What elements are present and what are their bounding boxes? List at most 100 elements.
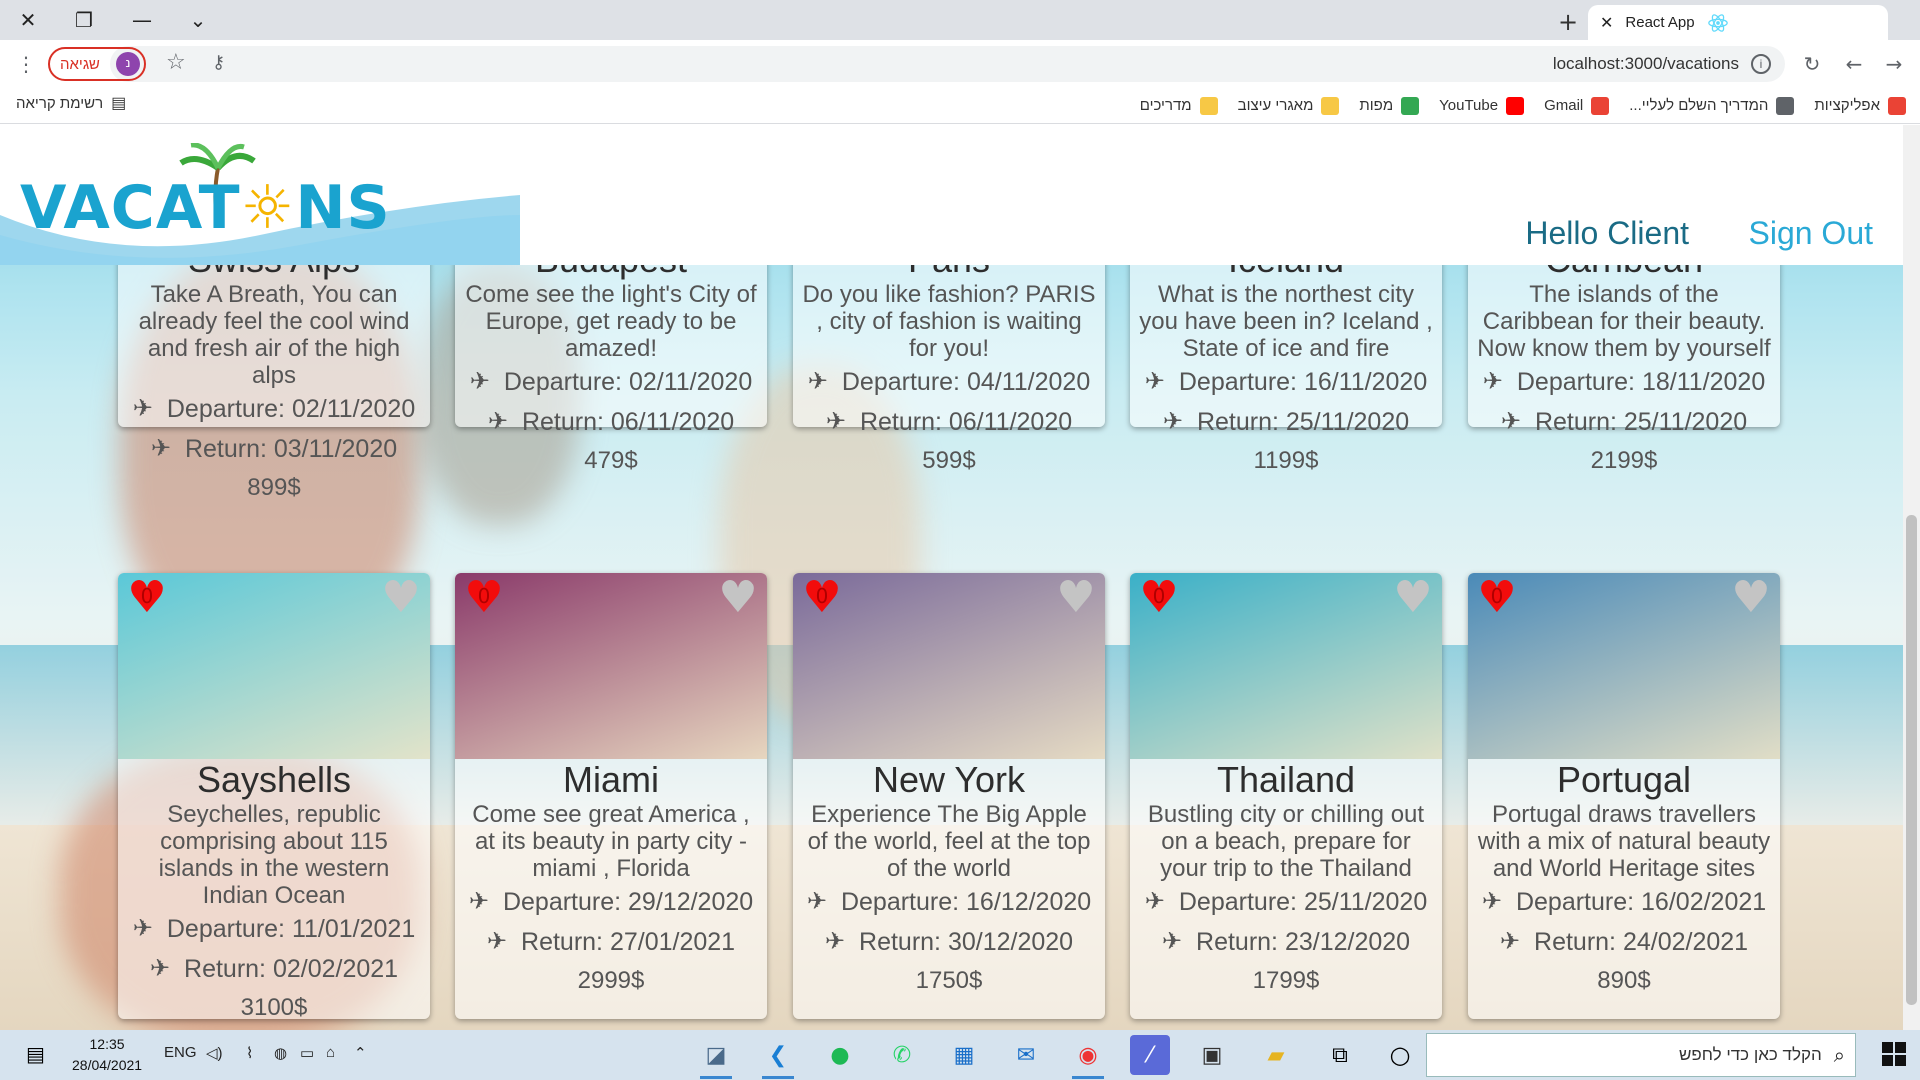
workbench-icon[interactable]: ◪ [696, 1035, 736, 1079]
return-row: ✈ Return: 27/01/2021 [455, 922, 767, 962]
like-heart-icon[interactable]: ♥ [1053, 576, 1099, 620]
vacation-card: ♥ 0 ♥ Sayshells Seychelles, republic compris… [118, 573, 430, 1021]
search-icon: ⌕ [1833, 1043, 1845, 1067]
vacation-image: ♥ 0 ♥ [793, 573, 1105, 759]
bookmark-item[interactable]: מפות [1359, 96, 1420, 115]
address-bar[interactable]: i localhost:3000/vacations ⚷ ☆ [110, 46, 1785, 82]
site-header: VACAT☼NS Hello Client Sign Out [0, 125, 1903, 265]
vacation-title: New York [872, 759, 1026, 800]
bookmark-item[interactable]: מאגרי עיצוב [1238, 96, 1340, 115]
battery-icon[interactable]: ▭ [300, 1044, 314, 1062]
plane-departure-icon: ✈ [1481, 888, 1502, 915]
favorite-heart-icon[interactable]: ♥ 0 [461, 576, 507, 620]
store-icon[interactable]: ▣ [1192, 1035, 1232, 1075]
new-tab-button[interactable]: + [1552, 6, 1584, 38]
browser-tab[interactable]: React App ✕ [1588, 5, 1888, 40]
mail-icon[interactable]: ✉ [1006, 1035, 1046, 1075]
wifi-icon[interactable]: ⌇ [246, 1044, 253, 1062]
password-key-icon[interactable]: ⚷ [212, 52, 225, 73]
profile-button[interactable]: שגיאה נ [48, 47, 146, 81]
departure-date: 29/12/2020 [628, 888, 754, 916]
sun-icon: ☼ [240, 173, 296, 243]
globe-icon [1776, 96, 1795, 115]
departure-row: ✈ Departure: 11/01/2021 [118, 909, 430, 949]
site-logo[interactable]: VACAT☼NS [20, 173, 391, 243]
task-view-icon[interactable]: ⧉ [1320, 1035, 1360, 1075]
spotify-icon[interactable]: ● [820, 1035, 860, 1075]
close-window-icon[interactable]: ✕ [0, 0, 56, 40]
return-label: Return: [184, 435, 267, 463]
bookmark-star-icon[interactable]: ☆ [166, 50, 186, 75]
volume-icon[interactable]: ◁) [206, 1044, 223, 1062]
bookmark-item[interactable]: Gmail [1544, 96, 1610, 115]
departure-row: ✈ Departure: 18/11/2020 [1468, 362, 1780, 402]
whatsapp-icon[interactable]: ✆ [882, 1035, 922, 1075]
page-scrollbar[interactable] [1903, 125, 1920, 1030]
app-launcher-icon[interactable]: ⁄ [1130, 1035, 1170, 1075]
notifications-icon[interactable]: ▤ [26, 1042, 45, 1066]
favorite-heart-icon[interactable]: ♥ 0 [799, 576, 845, 620]
plane-landing-icon: ✈ [150, 435, 171, 462]
return-date: 24/02/2021 [1622, 928, 1749, 956]
show-hidden-icons[interactable]: ⌃ [354, 1044, 367, 1062]
bookmark-label: המדריך השלם לעליי... [1629, 97, 1769, 114]
forward-icon[interactable]: ← [1838, 48, 1870, 80]
bookmark-label: מפות [1359, 97, 1394, 114]
site-info-icon[interactable]: i [1751, 54, 1771, 74]
tab-close-icon[interactable]: ✕ [1600, 13, 1613, 32]
departure-row: ✈ Departure: 25/11/2020 [1130, 882, 1442, 922]
restore-window-icon[interactable]: ❐ [56, 0, 112, 40]
return-row: ✈ Return: 03/11/2020 [118, 429, 430, 469]
browser-menu-icon[interactable]: ⋮ [16, 52, 36, 76]
return-row: ✈ Return: 02/02/2021 [118, 949, 430, 989]
bookmark-item[interactable]: YouTube [1439, 96, 1525, 115]
departure-row: ✈ Departure: 29/12/2020 [455, 882, 767, 922]
vacation-description: Come see the light's City of Europe, get… [465, 281, 757, 362]
start-menu-icon[interactable] [1882, 1042, 1906, 1066]
back-icon[interactable]: → [1878, 48, 1910, 80]
bookmark-label: מדריכים [1139, 97, 1192, 114]
return-row: ✈ Return: 06/11/2020 [793, 402, 1105, 442]
sign-out-link[interactable]: Sign Out [1748, 215, 1873, 252]
file-explorer-icon[interactable]: ▰ [1256, 1035, 1296, 1075]
vscode-icon[interactable]: ❮ [758, 1035, 798, 1079]
taskbar-search-box[interactable]: ⌕ הקלד כאן כדי לחפש [1426, 1033, 1856, 1077]
departure-label: Departure: [1178, 368, 1297, 396]
favorite-heart-icon[interactable]: ♥ 0 [124, 576, 170, 620]
reading-list-button[interactable]: רשימת קריאה ▤ [16, 93, 126, 113]
language-indicator[interactable]: ENG [164, 1044, 197, 1061]
departure-label: Departure: [166, 395, 285, 423]
like-heart-icon[interactable]: ♥ [715, 576, 761, 620]
favorite-heart-icon[interactable]: ♥ 0 [1474, 576, 1520, 620]
tab-title: React App [1625, 14, 1695, 31]
vacation-price: 2999$ [577, 967, 645, 994]
like-heart-icon[interactable]: ♥ [1390, 576, 1436, 620]
departure-row: ✈ Departure: 02/11/2020 [118, 389, 430, 429]
vacation-price: 1799$ [1252, 967, 1320, 994]
scrollbar-thumb[interactable] [1906, 515, 1917, 1005]
network-icon[interactable]: ⌂ [326, 1044, 335, 1061]
reload-icon[interactable]: ↻ [1796, 48, 1828, 80]
return-label: Return: [1534, 408, 1617, 436]
meet-now-icon[interactable]: ◍ [274, 1044, 287, 1062]
vacation-description: Do you like fashion? PARIS , city of fas… [802, 281, 1096, 362]
bookmark-item[interactable]: המדריך השלם לעליי... [1629, 96, 1795, 115]
calendar-icon[interactable]: ▦ [944, 1035, 984, 1075]
vacation-title: Thailand [1216, 759, 1356, 800]
clock[interactable]: 12:35 28/04/2021 [72, 1034, 142, 1076]
bookmark-label: YouTube [1439, 97, 1499, 114]
like-heart-icon[interactable]: ♥ [378, 576, 424, 620]
like-heart-icon[interactable]: ♥ [1728, 576, 1774, 620]
plane-landing-icon: ✈ [149, 955, 171, 982]
vacation-card: ♥ 0 ♥ Miami Come see great America , at its … [455, 573, 767, 1019]
cortana-icon[interactable]: ○ [1380, 1035, 1420, 1075]
tab-search-icon[interactable]: ⌄ [170, 0, 226, 40]
bookmark-label: Gmail [1544, 97, 1584, 114]
bookmark-item[interactable]: מדריכים [1139, 96, 1218, 115]
favorite-heart-icon[interactable]: ♥ 0 [1136, 576, 1182, 620]
url-text: localhost:3000/vacations [1552, 54, 1739, 73]
vacation-description: What is the northest city you have been … [1139, 281, 1433, 362]
minimize-window-icon[interactable]: — [114, 0, 170, 40]
bookmark-item[interactable]: אפליקציות [1814, 96, 1906, 115]
chrome-icon[interactable]: ◉ [1068, 1035, 1108, 1079]
